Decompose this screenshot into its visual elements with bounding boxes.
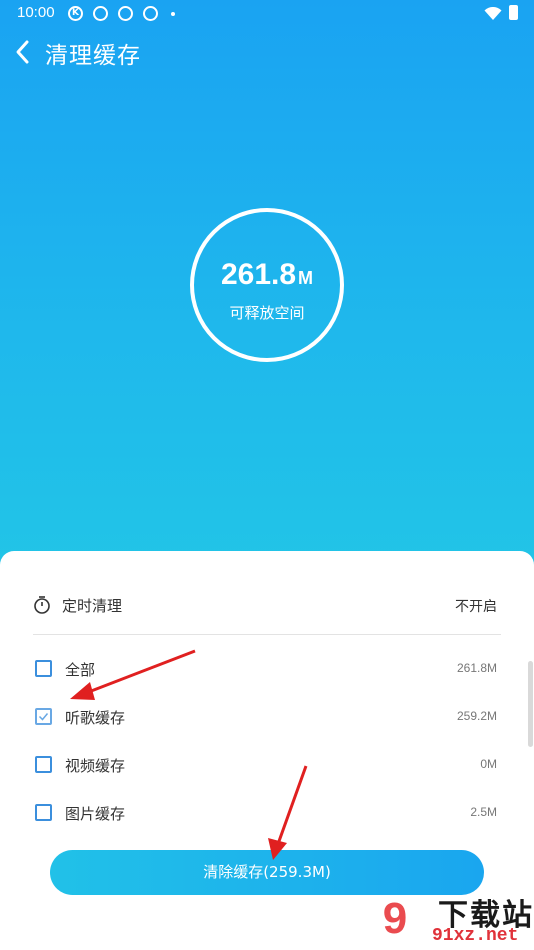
app-icon: [143, 6, 158, 21]
timer-clean-row[interactable]: 定时清理 不开启: [0, 591, 534, 621]
list-item-image-cache[interactable]: 图片缓存 2.5M: [0, 798, 534, 828]
checkbox-video-cache[interactable]: [35, 756, 52, 773]
item-size: 259.2M: [456, 709, 497, 723]
item-label: 全部: [65, 661, 96, 679]
size-value: 261.8: [220, 258, 297, 291]
battery-icon: [509, 5, 518, 20]
stopwatch-icon: [34, 596, 50, 614]
wifi-icon: [484, 7, 502, 20]
status-time: 10:00: [17, 4, 55, 21]
watermark-url: 91xz.net: [432, 926, 519, 946]
checkmark-icon: [38, 713, 49, 721]
back-chevron-icon[interactable]: [12, 38, 34, 66]
clear-cache-button[interactable]: 清除缓存(259.3M): [50, 850, 484, 895]
status-bar: 10:00 K: [0, 0, 534, 28]
freeable-space-circle: 261.8 M 可释放空间: [190, 208, 344, 362]
item-label: 图片缓存: [65, 805, 126, 823]
k-icon: K: [68, 6, 83, 21]
item-size: 0M: [480, 757, 497, 771]
item-label: 视频缓存: [65, 757, 126, 775]
notification-dot-icon: [171, 12, 175, 16]
watermark: 9 下载站 91xz.net: [366, 890, 534, 950]
item-size: 261.8M: [456, 661, 497, 675]
app-icon: [118, 6, 133, 21]
list-item-video-cache[interactable]: 视频缓存 0M: [0, 750, 534, 780]
checkbox-all[interactable]: [35, 660, 52, 677]
timer-clean-label: 定时清理: [62, 597, 123, 615]
scrollbar-thumb[interactable]: [528, 661, 533, 747]
item-label: 听歌缓存: [65, 709, 126, 727]
watermark-logo: 9: [382, 894, 408, 943]
checkbox-music-cache[interactable]: [35, 708, 52, 725]
size-display: 261.8 M: [194, 258, 340, 292]
checkbox-image-cache[interactable]: [35, 804, 52, 821]
size-unit: M: [298, 268, 314, 288]
list-item-music-cache[interactable]: 听歌缓存 259.2M: [0, 702, 534, 732]
divider: [33, 634, 501, 635]
size-label: 可释放空间: [229, 304, 305, 322]
item-size: 2.5M: [470, 805, 497, 819]
list-item-all[interactable]: 全部 261.8M: [0, 654, 534, 684]
page-title: 清理缓存: [45, 43, 141, 69]
app-icon: [93, 6, 108, 21]
timer-clean-value: 不开启: [455, 599, 497, 615]
